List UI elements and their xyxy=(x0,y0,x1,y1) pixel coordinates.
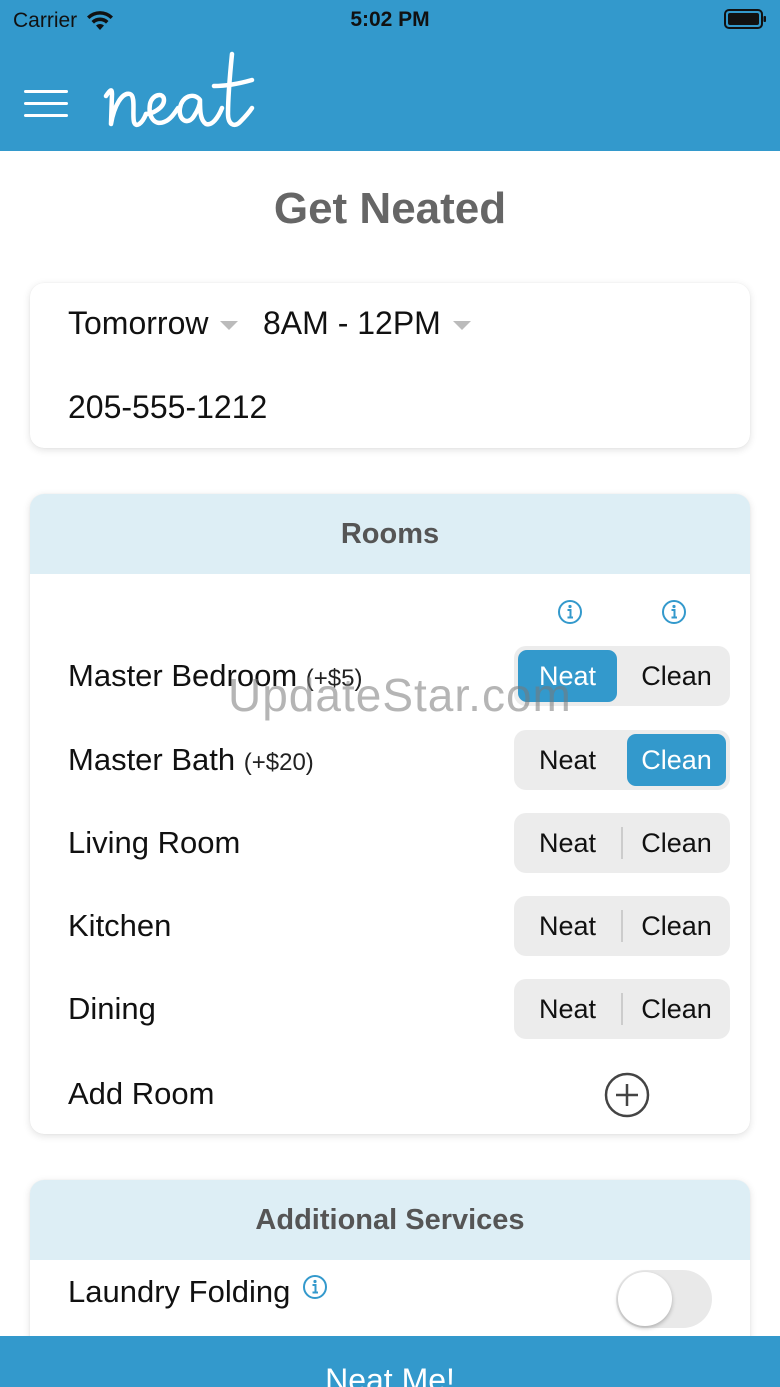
room-row: Master Bedroom (+$5) Neat Clean xyxy=(30,646,750,708)
neat-clean-segmented-control: Neat Clean xyxy=(514,813,730,873)
room-price-extra: (+$20) xyxy=(243,749,314,776)
rooms-header: Rooms xyxy=(30,494,750,574)
neat-clean-segmented-control: Neat Clean xyxy=(514,896,730,956)
neat-logo xyxy=(103,51,255,127)
app-header: Carrier 5:02 PM xyxy=(0,0,780,151)
time-window-dropdown[interactable]: 8AM - 12PM xyxy=(263,305,471,342)
room-name-text: Dining xyxy=(68,991,156,1026)
status-time: 5:02 PM xyxy=(350,8,430,31)
day-dropdown[interactable]: Tomorrow xyxy=(68,305,239,342)
day-value: Tomorrow xyxy=(68,305,209,341)
room-name: Master Bath (+$20) xyxy=(68,742,314,778)
add-room-row: Add Room xyxy=(30,1072,750,1122)
segment-option-neat[interactable]: Neat xyxy=(518,734,617,786)
room-name: Dining xyxy=(68,991,156,1027)
info-icon-clean[interactable] xyxy=(661,599,687,625)
service-label: Laundry Folding xyxy=(68,1274,328,1310)
neat-me-button[interactable]: Neat Me! xyxy=(0,1336,780,1387)
room-name-text: Master Bath xyxy=(68,742,236,777)
service-name: Laundry Folding xyxy=(68,1274,291,1309)
room-price-extra: (+$5) xyxy=(305,665,363,692)
room-row: Dining Neat Clean xyxy=(30,979,750,1041)
segment-divider xyxy=(621,993,623,1025)
chevron-down-icon xyxy=(220,321,239,330)
room-row: Living Room Neat Clean xyxy=(30,813,750,875)
segment-option-neat[interactable]: Neat xyxy=(518,817,617,869)
room-name: Kitchen xyxy=(68,908,171,944)
segment-divider xyxy=(621,910,623,942)
room-name-text: Kitchen xyxy=(68,908,172,943)
page-title: Get Neated xyxy=(273,184,507,233)
status-bar: Carrier 5:02 PM xyxy=(0,0,780,40)
info-icon-neat[interactable] xyxy=(557,599,583,625)
neat-clean-segmented-control: Neat Clean xyxy=(514,730,730,790)
add-room-label: Add Room xyxy=(68,1076,215,1111)
battery-icon xyxy=(724,9,766,29)
service-row-laundry: Laundry Folding xyxy=(30,1270,750,1334)
laundry-folding-toggle[interactable] xyxy=(616,1270,712,1328)
phone-number[interactable]: 205-555-1212 xyxy=(68,389,267,426)
segment-option-clean[interactable]: Clean xyxy=(627,734,726,786)
add-circle-icon[interactable] xyxy=(604,1072,650,1118)
chevron-down-icon xyxy=(452,321,471,330)
segment-option-clean[interactable]: Clean xyxy=(627,900,726,952)
info-icon[interactable] xyxy=(302,1274,328,1300)
hamburger-menu-icon[interactable] xyxy=(24,90,70,120)
services-header: Additional Services xyxy=(30,1180,750,1260)
room-name-text: Master Bedroom xyxy=(68,658,298,693)
time-window-value: 8AM - 12PM xyxy=(263,305,441,341)
segment-option-clean[interactable]: Clean xyxy=(627,983,726,1035)
segment-option-clean[interactable]: Clean xyxy=(627,817,726,869)
rooms-card: Rooms Master Bedroom (+$5) Neat Clean Maste… xyxy=(30,494,750,1134)
room-row: Kitchen Neat Clean xyxy=(30,896,750,958)
segment-divider xyxy=(621,827,623,859)
segment-option-clean[interactable]: Clean xyxy=(627,650,726,702)
toggle-knob xyxy=(618,1272,672,1326)
room-name-text: Living Room xyxy=(68,825,241,860)
segment-option-neat[interactable]: Neat xyxy=(518,900,617,952)
room-name: Master Bedroom (+$5) xyxy=(68,658,362,694)
segment-option-neat[interactable]: Neat xyxy=(518,650,617,702)
room-row: Master Bath (+$20) Neat Clean xyxy=(30,730,750,792)
segment-option-neat[interactable]: Neat xyxy=(518,983,617,1035)
neat-clean-segmented-control: Neat Clean xyxy=(514,646,730,706)
room-name: Living Room xyxy=(68,825,240,861)
schedule-card: Tomorrow 8AM - 12PM 205-555-1212 xyxy=(30,283,750,448)
neat-clean-segmented-control: Neat Clean xyxy=(514,979,730,1039)
